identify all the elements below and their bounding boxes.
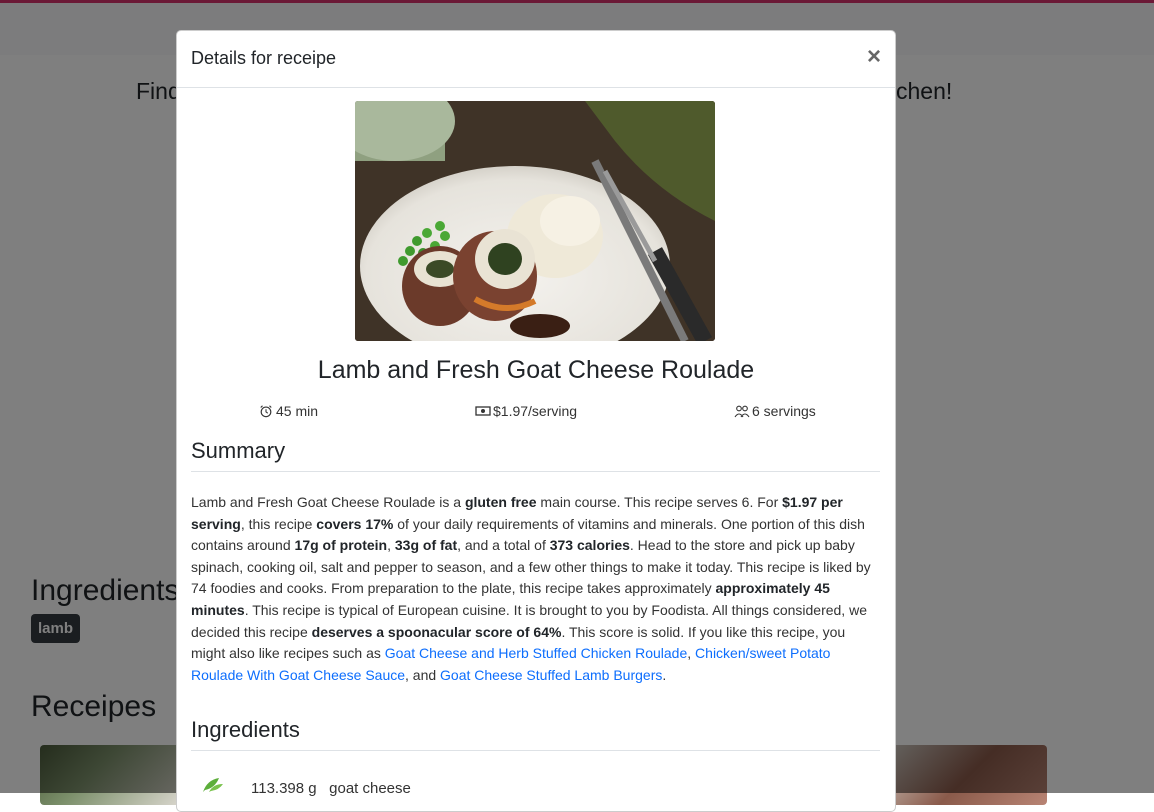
summary-heading: Summary (191, 438, 880, 472)
modal-title: Details for receipe (191, 48, 337, 68)
recipe-image (355, 101, 715, 341)
similar-recipe-link[interactable]: Goat Cheese and Herb Stuffed Chicken Rou… (385, 645, 688, 661)
modal-header: Details for receipe × (177, 31, 895, 88)
similar-recipe-link[interactable]: Goat Cheese Stuffed Lamb Burgers (440, 667, 662, 683)
ingredient-text: 113.398 g goat cheese (251, 780, 411, 797)
price-per-serving: $1.97/serving (493, 403, 578, 419)
servings-meta: 6 servings (734, 403, 816, 419)
servings-count: 6 servings (752, 403, 816, 419)
ingredients-section-heading: Ingredients (191, 717, 880, 751)
price-meta: $1.97/serving (475, 403, 577, 419)
herb-icon (203, 778, 223, 792)
recipe-details-modal: Details for receipe × Lamb and Fresh Goa… (176, 30, 896, 812)
summary-text: Lamb and Fresh Goat Cheese Roulade is a … (191, 494, 871, 683)
people-icon (734, 405, 750, 418)
cash-icon (475, 406, 491, 416)
recipe-title: Lamb and Fresh Goat Cheese Roulade (317, 356, 755, 384)
time-meta: 45 min (258, 403, 318, 419)
close-icon[interactable]: × (867, 45, 881, 69)
cooking-time: 45 min (276, 403, 319, 419)
alarm-icon (260, 405, 272, 418)
